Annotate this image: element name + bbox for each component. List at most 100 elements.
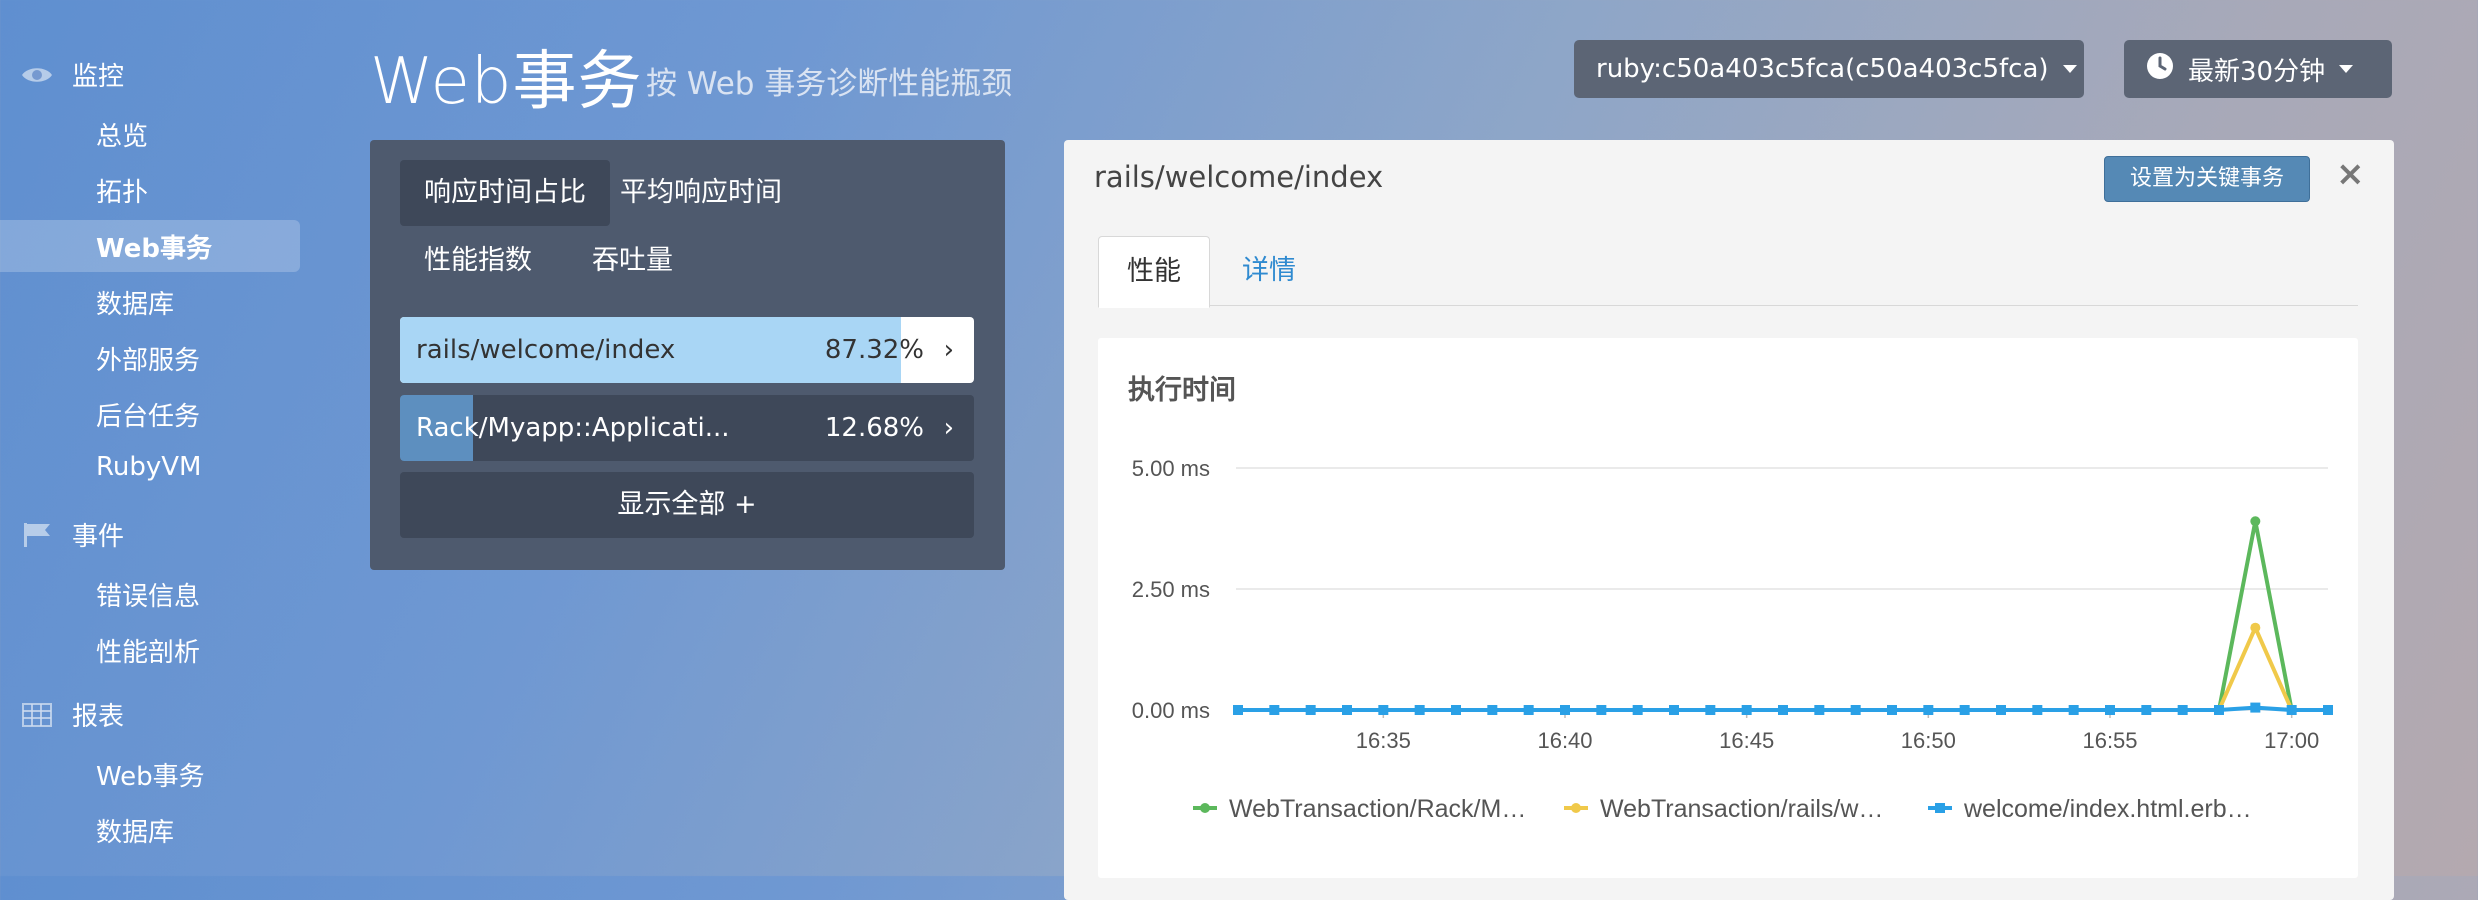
data-point <box>2286 705 2297 715</box>
data-point <box>1523 705 1534 715</box>
data-point <box>1778 705 1788 715</box>
data-point <box>2250 516 2261 527</box>
legend-marker <box>1935 803 1945 813</box>
data-point <box>1233 705 1243 715</box>
app-selector-label: ruby:c50a403c5fca(c50a403c5fca) <box>1596 54 2049 84</box>
data-point <box>1814 705 1825 715</box>
data-point <box>2177 705 2188 715</box>
time-range-label: 最新30分钟 <box>2188 56 2326 87</box>
data-point <box>1414 705 1425 715</box>
data-point <box>2250 622 2261 633</box>
detail-title: rails/welcome/index <box>1094 160 1384 194</box>
sidebar-item-web-transactions[interactable]: Web事务 <box>96 228 212 265</box>
data-point <box>1850 705 1861 715</box>
data-point <box>2032 705 2043 715</box>
data-point <box>1959 705 1970 715</box>
data-point <box>1705 705 1716 715</box>
data-point <box>2141 705 2152 715</box>
execution-time-card: 执行时间 5.00 ms 2.50 ms 0.00 ms 16:35 16:40 16:4… <box>1098 338 2358 878</box>
tab-avg-response-time[interactable]: 平均响应时间 <box>596 160 806 226</box>
chevron-right-icon: › <box>943 335 954 365</box>
y-tick-label: 5.00 ms <box>1132 456 1210 481</box>
series-line <box>1238 519 2328 712</box>
chevron-right-icon: › <box>943 413 954 443</box>
tab-apdex[interactable]: 性能指数 <box>400 228 556 294</box>
data-point <box>1741 705 1752 715</box>
sidebar-item-report-database[interactable]: 数据库 <box>96 812 174 849</box>
data-point <box>1560 705 1570 715</box>
data-point <box>1305 705 1316 715</box>
set-key-transaction-button[interactable]: 设置为关键事务 <box>2104 156 2310 202</box>
series-line <box>1238 625 2328 712</box>
sidebar-group-label: 监控 <box>72 62 125 92</box>
execution-time-chart: 5.00 ms 2.50 ms 0.00 ms 16:35 16:40 16:45 16:5… <box>1132 456 2333 823</box>
transaction-share: 87.32% <box>824 335 924 365</box>
transaction-name: Rack/Myapp::Applicati... <box>416 413 730 443</box>
data-point <box>1596 705 1607 715</box>
data-point <box>1378 705 1389 715</box>
tab-performance[interactable]: 性能 <box>1098 236 1210 308</box>
page-subtitle: 按 Web 事务诊断性能瓶颈 <box>646 66 1013 102</box>
chevron-down-icon <box>2062 65 2077 73</box>
sidebar-item-background-tasks[interactable]: 后台任务 <box>96 396 200 433</box>
legend-label: welcome/index.html.erb… <box>1963 795 2252 823</box>
sidebar-group-monitor[interactable]: 监控 <box>20 56 124 93</box>
data-point <box>1669 705 1679 715</box>
data-point <box>2214 705 2224 715</box>
data-point <box>1996 705 2006 715</box>
transaction-name: rails/welcome/index <box>416 335 676 365</box>
y-tick-label: 2.50 ms <box>1132 577 1210 602</box>
tab-response-time-share[interactable]: 响应时间占比 <box>400 160 610 226</box>
sidebar-group-events[interactable]: 事件 <box>20 516 124 553</box>
data-point <box>2105 705 2115 715</box>
legend-marker <box>1571 803 1581 813</box>
transaction-row[interactable]: rails/welcome/index 87.32% › <box>400 317 974 383</box>
x-tick-label: 16:45 <box>1719 728 1774 753</box>
sidebar-group-label: 事件 <box>72 522 125 552</box>
x-tick-label: 16:50 <box>1901 728 1956 753</box>
legend-label: WebTransaction/Rack/M… <box>1229 795 1526 823</box>
page-title: Web事务 <box>370 45 643 119</box>
data-point <box>2250 702 2261 713</box>
sidebar-item-overview[interactable]: 总览 <box>96 116 148 153</box>
y-tick-label: 0.00 ms <box>1132 698 1210 723</box>
sidebar-group-label: 报表 <box>72 702 125 732</box>
transaction-detail-panel: rails/welcome/index 设置为关键事务 × 性能 详情 执行时间… <box>1064 140 2394 900</box>
sidebar-item-rubyvm[interactable]: RubyVM <box>96 452 202 482</box>
transaction-share: 12.68% <box>824 413 924 443</box>
data-point <box>2323 705 2333 715</box>
show-all-button[interactable]: 显示全部 + <box>400 472 974 538</box>
app-selector-dropdown[interactable]: ruby:c50a403c5fca(c50a403c5fca) <box>1574 40 2084 98</box>
sidebar-item-report-web-transactions[interactable]: Web事务 <box>96 756 205 793</box>
sidebar-item-profiling[interactable]: 性能剖析 <box>96 632 200 669</box>
sidebar-item-topology[interactable]: 拓扑 <box>96 172 148 209</box>
chevron-down-icon <box>2339 65 2354 73</box>
table-icon <box>20 702 54 728</box>
data-point <box>1923 705 1934 715</box>
clock-icon <box>2146 52 2174 87</box>
x-tick-label: 16:40 <box>1537 728 1592 753</box>
time-range-dropdown[interactable]: 最新30分钟 <box>2124 40 2392 98</box>
sidebar-item-external-services[interactable]: 外部服务 <box>96 340 200 377</box>
data-point <box>1887 705 1897 715</box>
sidebar-item-errors[interactable]: 错误信息 <box>96 576 200 613</box>
x-tick-label: 16:55 <box>2082 728 2137 753</box>
data-point <box>1269 705 1280 715</box>
legend-marker <box>1200 803 1210 813</box>
data-point <box>2068 705 2079 715</box>
eye-icon <box>20 62 54 88</box>
transaction-breakdown-panel: 响应时间占比 平均响应时间 性能指数 吞吐量 rails/welcome/ind… <box>370 140 1005 570</box>
data-point <box>1632 705 1643 715</box>
close-icon[interactable]: × <box>2336 154 2365 194</box>
x-tick-label: 16:35 <box>1356 728 1411 753</box>
data-point <box>1451 705 1461 715</box>
data-point <box>1342 705 1352 715</box>
transaction-row[interactable]: Rack/Myapp::Applicati... 12.68% › <box>400 395 974 461</box>
sidebar-group-reports[interactable]: 报表 <box>20 696 124 733</box>
x-tick-label: 17:00 <box>2264 728 2319 753</box>
tab-throughput[interactable]: 吞吐量 <box>568 228 697 294</box>
flag-icon <box>20 522 54 548</box>
sidebar-item-database[interactable]: 数据库 <box>96 284 174 321</box>
data-point <box>1487 705 1498 715</box>
tab-details[interactable]: 详情 <box>1214 236 1324 306</box>
